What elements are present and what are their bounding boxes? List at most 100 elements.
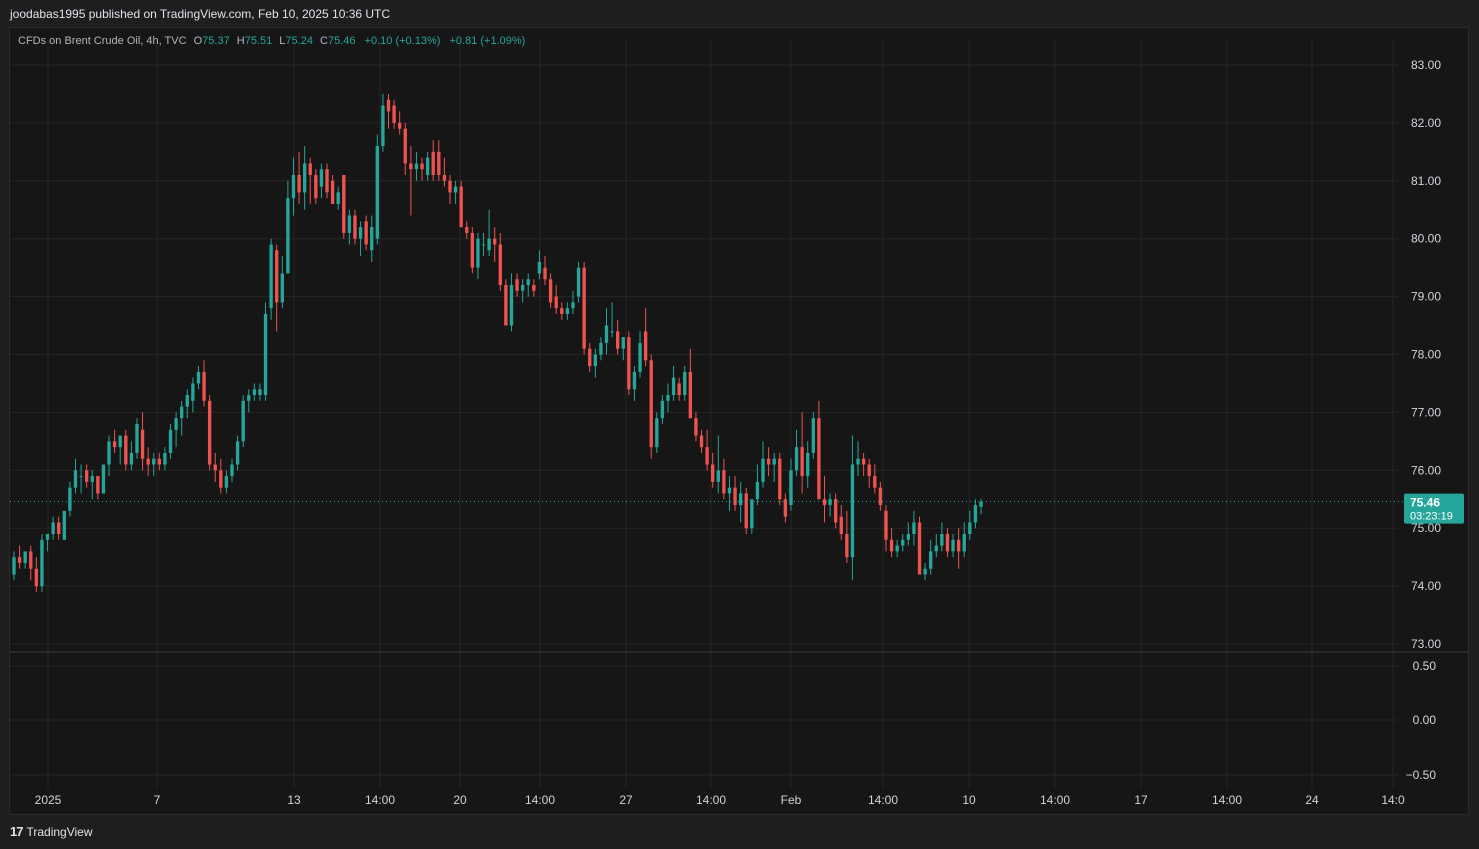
candle	[168, 423, 173, 459]
candle-body	[392, 105, 396, 123]
candle-body	[520, 285, 525, 291]
candlestick-chart[interactable]: 83.00 82.00 81.00 80.00 79.00 78.00 77.00 76.00…	[0, 0, 1479, 849]
candle	[269, 238, 273, 320]
candle-body	[861, 458, 866, 465]
high-label: H	[236, 35, 245, 47]
candle	[576, 261, 581, 303]
candle-body	[582, 267, 586, 349]
candle	[839, 505, 843, 540]
candle	[940, 522, 944, 552]
candle-body	[504, 285, 508, 326]
candle	[643, 308, 648, 367]
candle	[364, 215, 368, 251]
price-tick-label: 77.00	[1411, 405, 1441, 419]
candle	[381, 93, 385, 152]
candle-body	[370, 227, 374, 251]
ohlc-legend: CFDs on Brent Crude Oil, 4h, TVC O75.37 …	[18, 35, 525, 47]
candle	[923, 562, 927, 581]
candle	[951, 533, 955, 558]
candle	[135, 418, 139, 459]
candle	[34, 557, 39, 592]
candle	[498, 232, 502, 291]
candle	[699, 429, 704, 453]
candle-body	[403, 128, 407, 164]
candle-body	[297, 175, 301, 193]
candle-body	[889, 539, 894, 552]
candle-body	[666, 395, 670, 401]
candle	[286, 180, 290, 274]
candle-body	[29, 551, 33, 569]
candle	[817, 400, 821, 500]
candle	[275, 244, 279, 332]
candle-body	[247, 395, 251, 401]
high-value: 75.51	[244, 35, 273, 47]
time-tick-label: 17	[1134, 793, 1148, 807]
candle	[375, 134, 380, 245]
candle-body	[73, 470, 78, 488]
candle	[465, 221, 469, 239]
candle-body	[806, 452, 810, 477]
candle-body	[286, 198, 290, 274]
price-axis[interactable]: 83.00 82.00 81.00 80.00 79.00 78.00 77.00 76.00…	[1411, 58, 1441, 651]
candle	[889, 528, 894, 558]
candle-body	[409, 163, 413, 170]
candle-body	[431, 151, 435, 176]
candle-body	[129, 452, 134, 465]
candle	[347, 209, 352, 245]
candle-body	[526, 279, 530, 286]
candle	[733, 476, 737, 511]
candle-body	[291, 175, 296, 199]
time-tick-label: 14:00	[525, 793, 555, 807]
last-price-value: 75.46	[1410, 496, 1440, 510]
candle-body	[425, 157, 430, 176]
brand-label: TradingView	[26, 824, 93, 839]
candle	[470, 227, 475, 274]
candle-body	[509, 285, 514, 326]
price-tick-label: 73.00	[1411, 637, 1441, 651]
candle-body	[353, 215, 357, 239]
candle-body	[96, 476, 100, 494]
candle-body	[381, 105, 385, 147]
candle-body	[207, 400, 212, 465]
candle-body	[319, 169, 324, 187]
candle	[912, 510, 916, 546]
candle	[705, 429, 709, 471]
candle	[437, 140, 441, 181]
candle	[873, 464, 877, 494]
candle-body	[336, 192, 340, 204]
candle	[314, 169, 318, 204]
candle-body	[638, 342, 642, 372]
candle	[906, 522, 911, 546]
candle-body	[453, 186, 458, 193]
candle-body	[23, 551, 27, 563]
tradingview-brand[interactable]: 17 TradingView	[10, 824, 93, 839]
candle-body	[660, 400, 665, 419]
time-tick-label: 14:0	[1381, 793, 1405, 807]
candle-body	[621, 337, 625, 349]
symbol-title[interactable]: CFDs on Brent Crude Oil, 4h, TVC	[18, 35, 187, 47]
candle-body	[459, 186, 463, 228]
candle-body	[252, 389, 257, 396]
candle	[370, 215, 374, 262]
candle-body	[643, 331, 648, 361]
candle-body	[873, 476, 877, 488]
candle	[828, 493, 832, 517]
candle-body	[302, 163, 307, 193]
candle	[560, 302, 564, 320]
candle-body	[62, 510, 66, 540]
candle	[722, 458, 726, 500]
candle-body	[40, 539, 44, 587]
candle-body	[755, 481, 760, 500]
candle	[62, 510, 66, 540]
candle	[599, 337, 603, 361]
candle	[84, 464, 89, 488]
candle-body	[929, 551, 933, 569]
candle	[766, 447, 771, 477]
close-value: 75.46	[327, 35, 356, 47]
candle-body	[498, 244, 502, 286]
candle	[73, 458, 78, 494]
candle-body	[532, 285, 536, 291]
candle-body	[683, 371, 687, 396]
time-axis[interactable]: 2025 7 13 14:00 20 14:00 27 14:00 Feb 14:00 10 14:0…	[35, 793, 1405, 807]
candle	[683, 366, 687, 401]
